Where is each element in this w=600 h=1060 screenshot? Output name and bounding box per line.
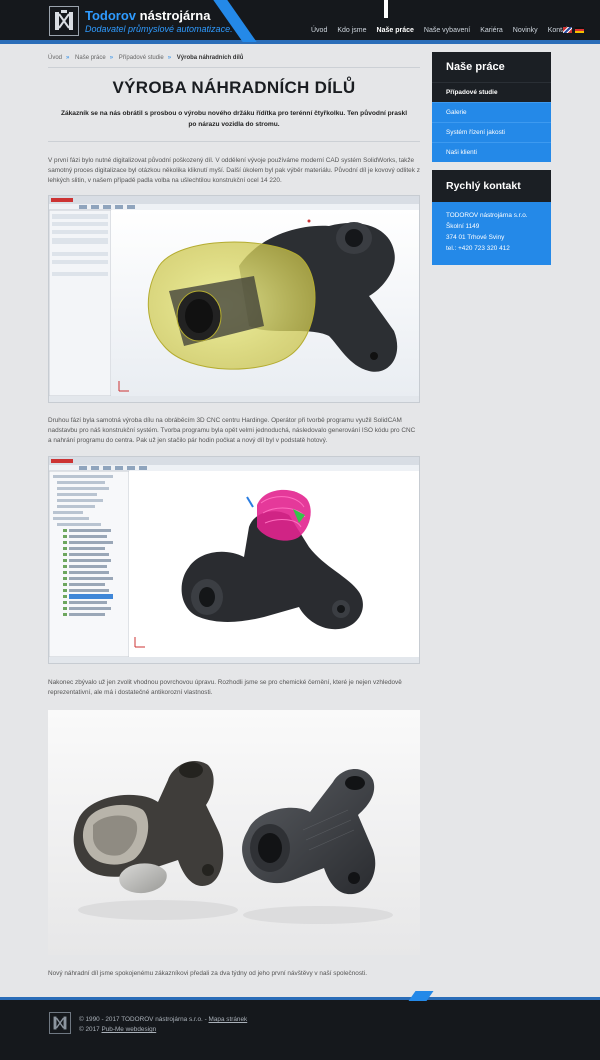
nav-item-novinky[interactable]: Novinky [508,27,543,34]
breadcrumb-item-nase-prace[interactable]: Naše práce [75,55,106,61]
main-nav: Úvod Kdo jsme Naše práce Naše vybavení K… [306,27,576,34]
lead-paragraph: Zákazník se na nás obrátil s prosbou o v… [60,110,408,128]
breadcrumb-separator: » [66,55,70,61]
page-title: VÝROBA NÁHRADNÍCH DÍLŮ [112,78,356,97]
breadcrumb-item-pripadove-studie[interactable]: Případové studie [119,55,164,61]
header-accent-slash [213,0,257,42]
flag-en-icon[interactable] [563,27,572,33]
title-divider [48,141,420,142]
footer-copyright: © 1990 - 2017 TODOROV nástrojárna s.r.o.… [79,1016,247,1023]
breadcrumb-current: Výroba náhradních dílů [176,55,244,61]
sidebar-item-nasi-klienti[interactable]: Naši klienti [432,142,551,162]
solidcam-screenshot [48,456,420,664]
contact-company: TODOROV nástrojárna s.r.o. [446,212,528,219]
language-switcher [563,27,584,33]
contact-street: Školní 1149 [446,223,480,230]
site-header: Todorov nástrojárna Dodavatel průmyslové… [0,0,600,44]
brand-name-rest: nástrojárna [139,8,211,23]
quick-contact-box: TODOROV nástrojárna s.r.o. Školní 1149 3… [432,202,551,265]
header-accent-bar [0,40,600,44]
site-footer: © 1990 - 2017 TODOROV nástrojárna s.r.o.… [0,991,600,1060]
nav-item-uvod[interactable]: Úvod [306,27,332,34]
nav-item-nase-prace[interactable]: Naše práce [372,27,419,34]
solidworks-screenshot [48,195,420,403]
credits-prefix: © 2017 [79,1026,100,1033]
sidebar-works-menu: Případové studie Galerie Systém řízení j… [432,82,551,162]
contact-phone[interactable]: tel.: +420 723 320 412 [446,243,537,254]
breadcrumb-item-uvod[interactable]: Úvod [48,55,62,61]
logo-icon[interactable] [49,6,79,36]
breadcrumb: Úvod» Naše práce» Případové studie» Výro… [48,55,247,61]
brand-name[interactable]: Todorov nástrojárna [85,8,210,23]
paragraph-digitization: V první fázi bylo nutné digitalizovat pů… [48,157,420,184]
tagline: Dodavatel průmyslové automatizace. [85,24,233,34]
sidebar-works-title: Naše práce [432,52,551,82]
contact-city: 374 01 Trhové Sviny [446,234,505,241]
sidebar-contact-title: Rychlý kontakt [432,170,551,202]
nav-item-kariera[interactable]: Kariéra [475,27,508,34]
webdesign-link[interactable]: Pub-Me webdesign [101,1026,156,1033]
footer-logo-icon[interactable] [49,1012,71,1034]
paragraph-surface-finish: Nakonec zbývalo už jen zvolit vhodnou po… [48,679,402,696]
breadcrumb-divider [48,67,420,68]
nav-item-nase-vybaveni[interactable]: Naše vybavení [419,27,475,34]
nav-item-kdo-jsme[interactable]: Kdo jsme [332,27,371,34]
finished-parts-photo [48,710,420,955]
breadcrumb-separator: » [167,55,172,61]
nav-active-marker [384,0,388,18]
sidebar-item-galerie[interactable]: Galerie [432,102,551,122]
breadcrumb-separator: » [109,55,114,61]
sitemap-link[interactable]: Mapa stránek [209,1016,248,1023]
footer-accent-bar [0,997,600,1000]
copyright-text: © 1990 - 2017 TODOROV nástrojárna s.r.o.… [79,1016,207,1023]
sidebar-item-system-rizeni-jakosti[interactable]: Systém řízení jakosti [432,122,551,142]
flag-de-icon[interactable] [575,27,584,33]
brand-name-bold: Todorov [85,8,137,23]
sidebar-item-pripadove-studie[interactable]: Případové studie [432,82,551,102]
paragraph-handover: Nový náhradní díl jsme spokojenému zákaz… [48,970,367,977]
footer-credits: © 2017 Pub-Me webdesign [79,1026,156,1033]
paragraph-cnc-machining: Druhou fází byla samotná výroba dílu na … [48,417,416,444]
